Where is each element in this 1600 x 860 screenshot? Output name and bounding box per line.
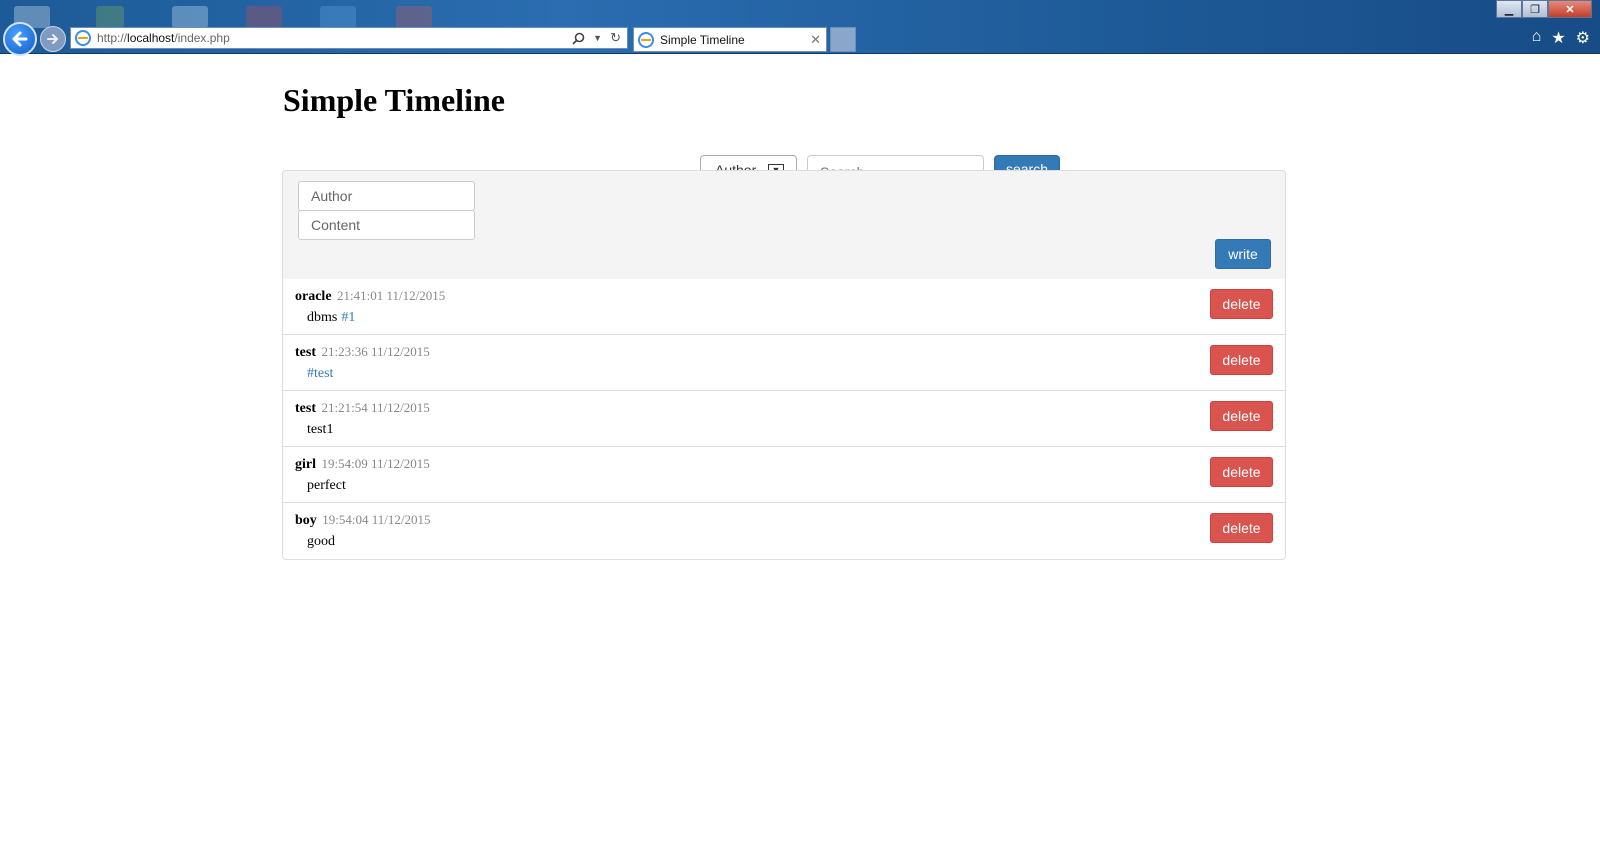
refresh-icon[interactable]: ↻ — [610, 30, 621, 46]
page-title: Simple Timeline — [283, 82, 505, 118]
ie-logo-icon — [638, 31, 654, 48]
desktop-thumbnail — [246, 6, 282, 28]
search-input[interactable] — [807, 155, 984, 171]
post-timestamp: 19:54:04 11/12/2015 — [322, 512, 431, 527]
home-icon[interactable]: ⌂ — [1532, 28, 1542, 48]
list-item: boy 19:54:04 11/12/2015 good delete — [283, 503, 1285, 559]
address-bar[interactable]: http://localhost/index.php ▼ ↻ — [70, 27, 628, 49]
post-timestamp: 21:23:36 11/12/2015 — [321, 344, 430, 359]
post-text: dbms — [307, 310, 338, 325]
content-input[interactable] — [298, 210, 475, 240]
post-text: good — [307, 534, 335, 549]
close-window-icon[interactable]: ✕ — [1548, 0, 1592, 18]
star-icon[interactable]: ★ — [1551, 28, 1565, 48]
post-author: girl — [295, 457, 316, 472]
hashtag-link[interactable]: #test — [307, 366, 333, 381]
browser-chrome: http://localhost/index.php ▼ ↻ Simple Ti… — [0, 0, 1600, 56]
list-item: girl 19:54:09 11/12/2015 perfect delete — [283, 447, 1285, 503]
list-item: test 21:21:54 11/12/2015 test1 delete — [283, 391, 1285, 447]
tab-simple-timeline[interactable]: Simple Timeline ✕ — [633, 27, 827, 52]
post-author: oracle — [295, 289, 332, 304]
close-tab-icon[interactable]: ✕ — [810, 32, 826, 48]
compose-form: write — [283, 171, 1285, 279]
arrow-right-icon — [47, 34, 59, 44]
post-author: test — [295, 345, 316, 360]
search-icon[interactable] — [572, 32, 585, 45]
restore-icon[interactable]: ❐ — [1522, 0, 1548, 18]
post-list: oracle 21:41:01 11/12/2015 dbms #1 delete… — [283, 279, 1285, 559]
search-bar: Author ▼ search — [700, 155, 1060, 171]
post-author: boy — [295, 513, 317, 528]
delete-button[interactable]: delete — [1210, 345, 1273, 375]
arrow-left-icon — [12, 31, 28, 47]
write-button[interactable]: write — [1215, 239, 1271, 269]
desktop-thumbnail — [96, 6, 124, 28]
search-filter-select[interactable]: Author ▼ — [700, 155, 797, 171]
hashtag-link[interactable]: #1 — [341, 310, 355, 325]
window-controls: ▁ ❐ ✕ — [1496, 0, 1592, 18]
dropdown-caret-icon[interactable]: ▼ — [593, 33, 602, 43]
post-author: test — [295, 401, 316, 416]
delete-button[interactable]: delete — [1210, 457, 1273, 487]
timeline-panel: write oracle 21:41:01 11/12/2015 dbms#1 … — [282, 170, 1286, 560]
gear-icon[interactable]: ⚙ — [1576, 28, 1590, 48]
tab-title: Simple Timeline — [660, 32, 745, 47]
new-tab-button[interactable] — [830, 27, 856, 52]
desktop-thumbnail — [396, 6, 432, 28]
post-timestamp: 19:54:09 11/12/2015 — [321, 456, 430, 471]
url-text[interactable]: http://localhost/index.php — [97, 31, 572, 45]
list-item: oracle 21:41:01 11/12/2015 dbms #1 delete — [283, 279, 1285, 335]
post-text: test1 — [307, 422, 334, 437]
post-text: perfect — [307, 478, 346, 493]
search-button[interactable]: search — [994, 155, 1060, 171]
forward-button[interactable] — [40, 26, 66, 52]
desktop-thumbnail — [320, 6, 356, 28]
ie-logo-icon — [75, 30, 91, 46]
post-timestamp: 21:41:01 11/12/2015 — [337, 288, 446, 303]
back-button[interactable] — [3, 22, 37, 56]
minimize-icon[interactable]: ▁ — [1496, 0, 1522, 18]
post-timestamp: 21:21:54 11/12/2015 — [321, 400, 430, 415]
delete-button[interactable]: delete — [1210, 401, 1273, 431]
desktop-thumbnail — [172, 6, 208, 28]
delete-button[interactable]: delete — [1210, 513, 1273, 543]
delete-button[interactable]: delete — [1210, 289, 1273, 319]
list-item: test 21:23:36 11/12/2015 #test delete — [283, 335, 1285, 391]
author-input[interactable] — [298, 181, 475, 211]
